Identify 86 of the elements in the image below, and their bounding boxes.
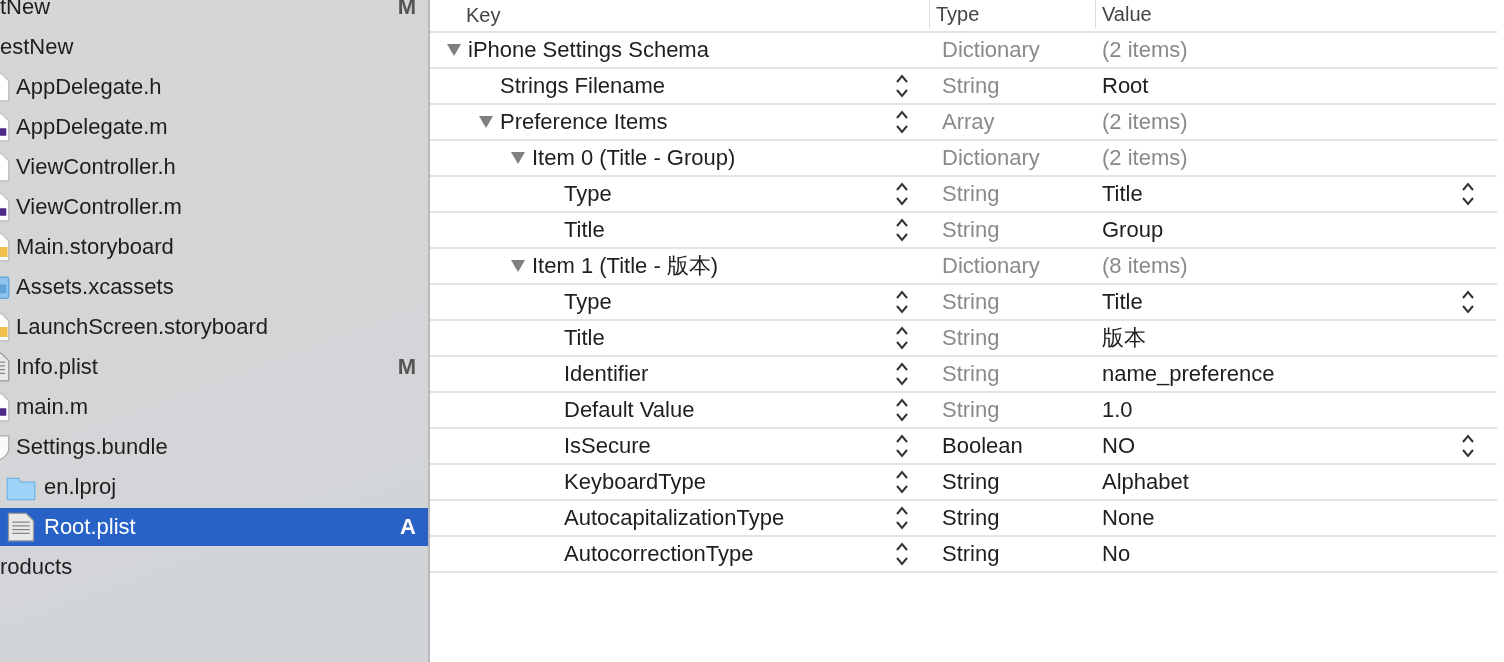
value-text: Title xyxy=(1102,181,1144,207)
type-text: String xyxy=(942,325,1000,351)
type-text: String xyxy=(942,217,1000,243)
key-text: Type xyxy=(564,289,613,315)
key-text: iPhone Settings Schema xyxy=(468,37,710,63)
value-text: Root xyxy=(1102,73,1150,99)
key-stepper-icon[interactable] xyxy=(895,505,909,531)
navigator-item[interactable]: main.m xyxy=(0,388,428,426)
key-stepper-icon[interactable] xyxy=(895,217,909,243)
key-text: Item 1 (Title - 版本) xyxy=(532,252,720,280)
key-stepper-icon[interactable] xyxy=(895,541,909,567)
key-stepper-icon[interactable] xyxy=(895,433,909,459)
type-text: String xyxy=(942,505,1000,531)
key-text: Type xyxy=(564,181,613,207)
key-text: KeyboardType xyxy=(564,469,707,495)
type-text: String xyxy=(942,541,1000,567)
value-text: (2 items) xyxy=(1102,109,1189,135)
key-stepper-icon[interactable] xyxy=(895,325,909,351)
key-stepper-icon[interactable] xyxy=(895,397,909,423)
disclosure-triangle-icon[interactable] xyxy=(510,259,526,273)
key-stepper-icon[interactable] xyxy=(895,289,909,315)
navigator-item[interactable]: AppDelegate.m xyxy=(0,108,428,146)
column-header[interactable]: Type xyxy=(929,0,1095,28)
type-text: Boolean xyxy=(942,433,1023,459)
value-text: 1.0 xyxy=(1102,397,1134,423)
disclosure-triangle-icon[interactable] xyxy=(510,151,526,165)
plist-file-icon xyxy=(6,512,36,542)
navigator-item[interactable]: Root.plist A xyxy=(0,508,428,546)
key-text: Identifier xyxy=(564,361,650,387)
value-text: Alphabet xyxy=(1102,469,1190,495)
type-text: Dictionary xyxy=(942,253,1040,279)
key-stepper-icon[interactable] xyxy=(895,109,909,135)
type-text: Dictionary xyxy=(942,37,1040,63)
plist-file-icon xyxy=(0,352,10,382)
navigator-item[interactable]: estNew xyxy=(0,28,428,66)
key-text: Strings Filename xyxy=(500,73,667,99)
type-text: String xyxy=(942,73,1000,99)
value-text: (8 items) xyxy=(1102,253,1189,279)
navigator-item[interactable]: Assets.xcassets xyxy=(0,268,428,306)
type-text: Array xyxy=(942,109,995,135)
key-text: AutocorrectionType xyxy=(564,541,755,567)
value-text: No xyxy=(1102,541,1132,567)
column-header[interactable]: Value xyxy=(1095,0,1497,28)
key-text: IsSecure xyxy=(564,433,652,459)
type-text: String xyxy=(942,181,1000,207)
type-text: String xyxy=(942,469,1000,495)
navigator-item[interactable]: LaunchScreen.storyboard xyxy=(0,308,428,346)
key-text: AutocapitalizationType xyxy=(564,505,786,531)
value-text: None xyxy=(1102,505,1156,531)
key-text: Item 0 (Title - Group) xyxy=(532,145,737,171)
key-text: Preference Items xyxy=(500,109,669,135)
key-text: Title xyxy=(564,217,606,243)
status-label: A xyxy=(400,514,416,540)
value-text: name_preference xyxy=(1102,361,1276,387)
value-text: NO xyxy=(1102,433,1136,459)
bundle-icon xyxy=(0,432,10,462)
navigator-item[interactable]: Info.plist M xyxy=(0,348,428,386)
value-text: Group xyxy=(1102,217,1165,243)
navigator-item[interactable]: Settings.bundle xyxy=(0,428,428,466)
key-text: Default Value xyxy=(564,397,696,423)
key-stepper-icon[interactable] xyxy=(895,361,909,387)
value-stepper-icon[interactable] xyxy=(1461,181,1475,207)
column-header[interactable]: Key xyxy=(430,0,929,31)
type-text: String xyxy=(942,289,1000,315)
navigator-item[interactable]: en.lproj xyxy=(0,468,428,506)
disclosure-triangle-icon[interactable] xyxy=(478,115,494,129)
navigator-item[interactable]: AppDelegate.h xyxy=(0,68,428,106)
key-stepper-icon[interactable] xyxy=(895,73,909,99)
type-text: String xyxy=(942,361,1000,387)
type-text: Dictionary xyxy=(942,145,1040,171)
key-text: Title xyxy=(564,325,606,351)
value-text: (2 items) xyxy=(1102,145,1189,171)
type-text: String xyxy=(942,397,1000,423)
navigator-item[interactable]: roducts xyxy=(0,548,428,586)
key-stepper-icon[interactable] xyxy=(895,469,909,495)
navigator-item[interactable]: Main.storyboard xyxy=(0,228,428,266)
value-stepper-icon[interactable] xyxy=(1461,289,1475,315)
navigator-item[interactable]: ViewController.h xyxy=(0,148,428,186)
value-text: 版本 xyxy=(1102,324,1147,352)
value-text: (2 items) xyxy=(1102,37,1189,63)
key-stepper-icon[interactable] xyxy=(895,181,909,207)
value-text: Title xyxy=(1102,289,1144,315)
navigator-item[interactable]: ViewController.m xyxy=(0,188,428,226)
value-stepper-icon[interactable] xyxy=(1461,433,1475,459)
status-label: M xyxy=(397,354,416,380)
disclosure-triangle-icon[interactable] xyxy=(446,43,462,57)
